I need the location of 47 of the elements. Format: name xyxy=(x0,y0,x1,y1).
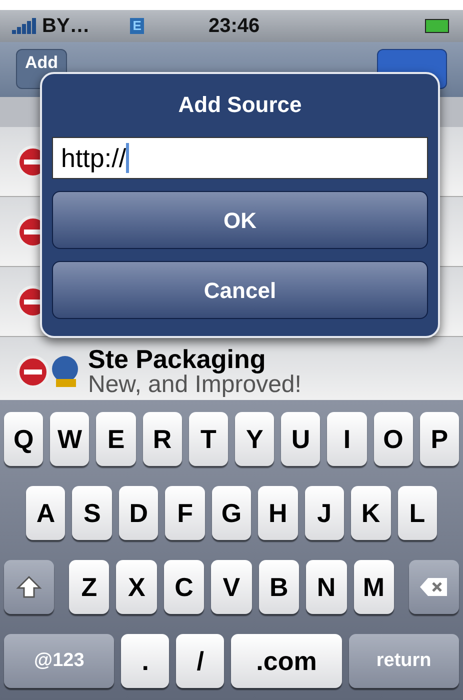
keyboard-key[interactable]: I xyxy=(327,412,367,466)
field-value: http:// xyxy=(61,142,126,174)
shift-key[interactable] xyxy=(4,560,54,614)
keyboard-key[interactable]: . xyxy=(121,634,170,688)
status-time: 23:46 xyxy=(208,14,260,39)
keyboard-key[interactable]: D xyxy=(118,486,158,540)
keyboard-key[interactable]: .com xyxy=(231,634,342,688)
backspace-key[interactable] xyxy=(408,560,459,614)
keyboard-key[interactable]: S xyxy=(72,486,112,540)
keyboard-key[interactable]: J xyxy=(304,486,344,540)
keyboard-key[interactable]: W xyxy=(50,412,90,466)
keyboard-key[interactable]: Z xyxy=(69,560,110,614)
delete-icon[interactable] xyxy=(16,354,50,388)
keyboard-key[interactable]: V xyxy=(211,560,252,614)
keyboard-key[interactable]: B xyxy=(258,560,300,614)
up-arrow-icon xyxy=(16,574,42,600)
keyboard-key[interactable]: X xyxy=(116,560,157,614)
text-cursor xyxy=(126,143,130,173)
source-name: Ste Packaging xyxy=(88,346,267,372)
keyboard-key[interactable]: O xyxy=(374,412,413,466)
keyboard-key[interactable]: E xyxy=(96,412,136,466)
dialog-title: Add Source xyxy=(178,91,302,119)
keyboard-key[interactable]: G xyxy=(212,486,252,540)
backspace-icon xyxy=(418,576,449,598)
keyboard-key[interactable]: L xyxy=(398,486,437,540)
dialog-button[interactable]: Cancel xyxy=(52,261,428,319)
signal-icon xyxy=(12,18,38,34)
keyboard-key[interactable]: F xyxy=(165,486,205,540)
network-type: E xyxy=(130,18,144,34)
battery-icon xyxy=(425,19,451,33)
keyboard-key[interactable]: N xyxy=(306,560,347,614)
keyboard-key[interactable]: M xyxy=(354,560,394,614)
keyboard-key[interactable]: K xyxy=(351,486,390,540)
carrier-name: BY… xyxy=(42,14,90,39)
keyboard-key[interactable]: Q xyxy=(4,412,44,466)
keyboard-key[interactable]: P xyxy=(420,412,460,466)
url-field[interactable]: http:// xyxy=(52,137,428,179)
keyboard-key[interactable]: / xyxy=(176,634,224,688)
keyboard-key[interactable]: T xyxy=(188,412,228,466)
package-icon xyxy=(50,354,80,388)
keyboard-key[interactable]: Y xyxy=(235,412,274,466)
keyboard-key[interactable]: H xyxy=(258,486,298,540)
keyboard-key[interactable]: C xyxy=(164,560,204,614)
dialog-button[interactable]: OK xyxy=(52,191,428,249)
keyboard-key[interactable]: U xyxy=(281,412,320,466)
keyboard-key[interactable]: A xyxy=(26,486,66,540)
keyboard-key[interactable]: R xyxy=(142,412,182,466)
